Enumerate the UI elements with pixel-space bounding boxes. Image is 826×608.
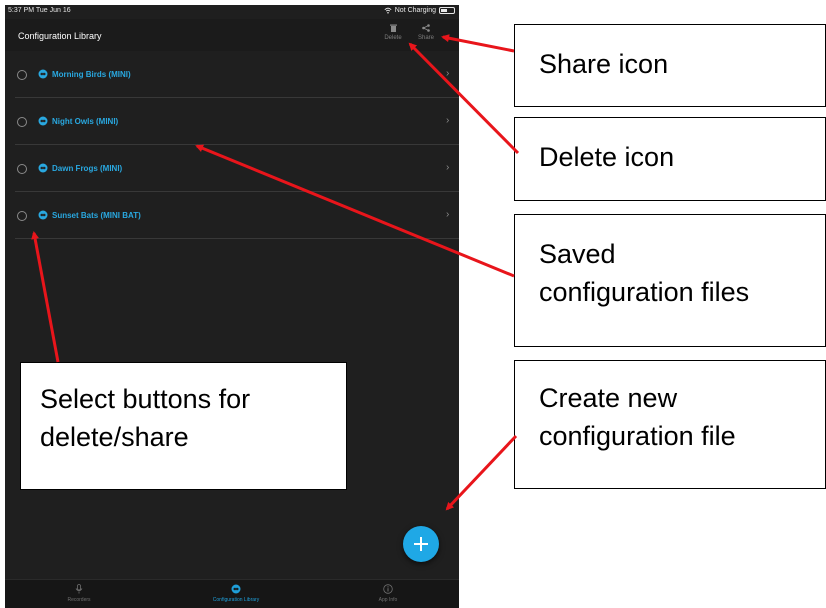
arrow-to-add-button — [445, 434, 518, 511]
arrow-to-delete-icon — [408, 42, 520, 155]
arrow-to-share-icon — [441, 34, 515, 53]
annotated-screenshot: 5:37 PM Tue Jun 16 Not Charging Configur… — [0, 0, 826, 608]
arrow-to-saved-files — [195, 144, 515, 278]
annotation-arrows — [31, 34, 520, 511]
arrow-to-select-buttons — [31, 231, 60, 363]
